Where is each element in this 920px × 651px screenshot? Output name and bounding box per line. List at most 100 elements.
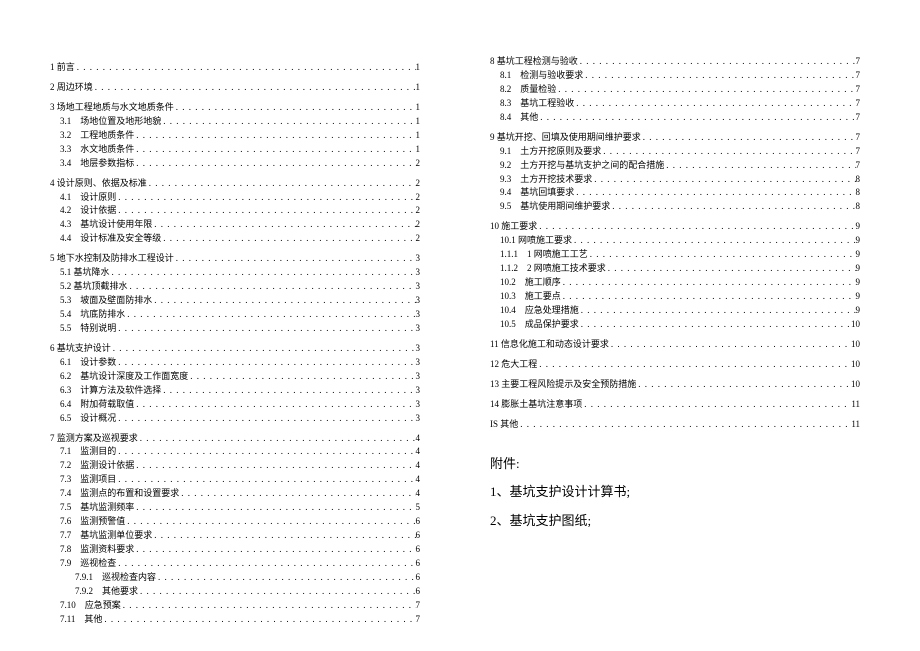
- toc-label: 6.3 计算方法及软件选择: [60, 384, 161, 398]
- toc-row: 5.3 坡面及壁面防排水. . . . . . . . . . . . . . …: [50, 294, 420, 308]
- toc-leader: . . . . . . . . . . . . . . . . . . . . …: [179, 487, 415, 501]
- toc-page-number: 7: [856, 145, 861, 159]
- toc-page-number: 10: [851, 358, 860, 372]
- toc-row: 12 危大工程. . . . . . . . . . . . . . . . .…: [490, 358, 860, 372]
- toc-leader: . . . . . . . . . . . . . . . . . . . . …: [538, 111, 855, 125]
- toc-leader: . . . . . . . . . . . . . . . . . . . . …: [125, 515, 415, 529]
- toc-leader: . . . . . . . . . . . . . . . . . . . . …: [556, 83, 855, 97]
- toc-row: 6.2 基坑设计深度及工作面宽度. . . . . . . . . . . . …: [50, 370, 420, 384]
- toc-row: 5 地下水控制及防排水工程设计. . . . . . . . . . . . .…: [50, 252, 420, 266]
- toc-page-number: 7: [416, 599, 421, 613]
- attach-item-1: 1、基坑支护设计计算书;: [490, 478, 860, 507]
- toc-leader: . . . . . . . . . . . . . . . . . . . . …: [110, 266, 416, 280]
- toc-row: 7.11 其他. . . . . . . . . . . . . . . . .…: [50, 613, 420, 627]
- toc-row: 7.4 监测点的布置和设置要求. . . . . . . . . . . . .…: [50, 487, 420, 501]
- toc-row: 7.3 监测项目. . . . . . . . . . . . . . . . …: [50, 473, 420, 487]
- toc-row: 10.1 网喷施工要求. . . . . . . . . . . . . . .…: [490, 234, 860, 248]
- toc-row: 4 设计原则、依据及标准. . . . . . . . . . . . . . …: [50, 177, 420, 191]
- toc-page-number: 2: [416, 177, 421, 191]
- toc-row: 8.3 基坑工程验收. . . . . . . . . . . . . . . …: [490, 97, 860, 111]
- toc-label: 7.11 其他: [60, 613, 102, 627]
- toc-label: 8 基坑工程检测与验收: [490, 55, 578, 69]
- toc-row: 3.3 水文地质条件. . . . . . . . . . . . . . . …: [50, 143, 420, 157]
- toc-leader: . . . . . . . . . . . . . . . . . . . . …: [582, 398, 851, 412]
- toc-label: 11 信息化施工和动态设计要求: [490, 338, 609, 352]
- toc-page-number: 1: [416, 81, 421, 95]
- toc-label: 9.4 基坑回填要求: [500, 186, 574, 200]
- toc-row: 10.2 施工顺序. . . . . . . . . . . . . . . .…: [490, 276, 860, 290]
- toc-page-number: 1: [416, 143, 421, 157]
- toc-page-number: 1: [416, 61, 421, 75]
- toc-label: 3 场地工程地质与水文地质条件: [50, 101, 174, 115]
- toc-row: 5.5 特别说明. . . . . . . . . . . . . . . . …: [50, 322, 420, 336]
- toc-leader: . . . . . . . . . . . . . . . . . . . . …: [606, 262, 856, 276]
- toc-page-number: 5: [416, 501, 421, 515]
- toc-leader: . . . . . . . . . . . . . . . . . . . . …: [574, 186, 855, 200]
- toc-row: 10.3 施工要点. . . . . . . . . . . . . . . .…: [490, 290, 860, 304]
- toc-page-number: 4: [416, 487, 421, 501]
- toc-row: 9.4 基坑回填要求. . . . . . . . . . . . . . . …: [490, 186, 860, 200]
- page-spread: 1 前言. . . . . . . . . . . . . . . . . . …: [0, 0, 920, 651]
- toc-page-number: 10: [851, 378, 860, 392]
- toc-leader: . . . . . . . . . . . . . . . . . . . . …: [161, 232, 415, 246]
- toc-leader: . . . . . . . . . . . . . . . . . . . . …: [609, 338, 851, 352]
- toc-page-number: 3: [416, 280, 421, 294]
- toc-label: 7.9.2 其他要求: [75, 585, 138, 599]
- toc-leader: . . . . . . . . . . . . . . . . . . . . …: [138, 585, 415, 599]
- toc-row: 4.1 设计原则. . . . . . . . . . . . . . . . …: [50, 191, 420, 205]
- toc-row: 7.9.1 巡视检查内容. . . . . . . . . . . . . . …: [50, 571, 420, 585]
- toc-leader: . . . . . . . . . . . . . . . . . . . . …: [134, 129, 415, 143]
- toc-leader: . . . . . . . . . . . . . . . . . . . . …: [641, 131, 856, 145]
- toc-row: 9.2 土方开挖与基坑支护之间的配合措施. . . . . . . . . . …: [490, 159, 860, 173]
- toc-leader: . . . . . . . . . . . . . . . . . . . . …: [125, 308, 415, 322]
- toc-label: 10.5 成品保护要求: [500, 318, 579, 332]
- toc-row: 1.1.1 1 网喷施工工艺. . . . . . . . . . . . . …: [490, 248, 860, 262]
- toc-row: 1.1.2 2 网喷施工技术要求. . . . . . . . . . . . …: [490, 262, 860, 276]
- toc-label: 7.4 监测点的布置和设置要求: [60, 487, 179, 501]
- toc-label: 13 主要工程风险提示及安全预防措施: [490, 378, 636, 392]
- toc-leader: . . . . . . . . . . . . . . . . . . . . …: [572, 234, 855, 248]
- attach-heading: 附件:: [490, 450, 860, 479]
- toc-leader: . . . . . . . . . . . . . . . . . . . . …: [583, 69, 855, 83]
- toc-leader: . . . . . . . . . . . . . . . . . . . . …: [75, 61, 416, 75]
- toc-row: IS 其他. . . . . . . . . . . . . . . . . .…: [490, 418, 860, 432]
- toc-label: 4 设计原则、依据及标准: [50, 177, 147, 191]
- toc-page-number: 3: [416, 252, 421, 266]
- toc-label: 5 地下水控制及防排水工程设计: [50, 252, 174, 266]
- toc-label: 7.1 监测目的: [60, 445, 116, 459]
- toc-page-number: 7: [856, 69, 861, 83]
- toc-leader: . . . . . . . . . . . . . . . . . . . . …: [116, 204, 415, 218]
- toc-row: 7.8 监测资料要求. . . . . . . . . . . . . . . …: [50, 543, 420, 557]
- toc-label: IS 其他: [490, 418, 518, 432]
- toc-row: 7.10 应急预案. . . . . . . . . . . . . . . .…: [50, 599, 420, 613]
- toc-label: 4.4 设计标准及安全等级: [60, 232, 161, 246]
- toc-row: 14 膨胀土基坑注意事项. . . . . . . . . . . . . . …: [490, 398, 860, 412]
- toc-page-number: 7: [856, 111, 861, 125]
- toc-page-number: 3: [416, 356, 421, 370]
- toc-left-page: 1 前言. . . . . . . . . . . . . . . . . . …: [0, 0, 460, 651]
- toc-label: 10.1 网喷施工要求: [500, 234, 572, 248]
- toc-page-number: 9: [856, 234, 861, 248]
- toc-page-number: 9: [856, 220, 861, 234]
- toc-leader: . . . . . . . . . . . . . . . . . . . . …: [116, 356, 415, 370]
- toc-page-number: 3: [416, 342, 421, 356]
- toc-leader: . . . . . . . . . . . . . . . . . . . . …: [579, 304, 856, 318]
- toc-page-number: 3: [416, 398, 421, 412]
- toc-row: 6.1 设计参数. . . . . . . . . . . . . . . . …: [50, 356, 420, 370]
- toc-label: 7.7 基坑监测单位要求: [60, 529, 152, 543]
- toc-row: 8.2 质量检验. . . . . . . . . . . . . . . . …: [490, 83, 860, 97]
- toc-leader: . . . . . . . . . . . . . . . . . . . . …: [134, 459, 415, 473]
- toc-label: 5.5 特别说明: [60, 322, 116, 336]
- toc-row: 7.5 基坑监测频率. . . . . . . . . . . . . . . …: [50, 501, 420, 515]
- toc-leader: . . . . . . . . . . . . . . . . . . . . …: [147, 177, 416, 191]
- toc-row: 3.1 场地位置及地形地貌. . . . . . . . . . . . . .…: [50, 115, 420, 129]
- toc-page-number: 9: [856, 262, 861, 276]
- toc-page-number: 2: [416, 218, 421, 232]
- toc-leader: . . . . . . . . . . . . . . . . . . . . …: [134, 543, 415, 557]
- toc-page-number: 2: [416, 232, 421, 246]
- toc-label: 9.1 土方开挖原则及要求: [500, 145, 601, 159]
- toc-row: 7.7 基坑监测单位要求. . . . . . . . . . . . . . …: [50, 529, 420, 543]
- toc-leader: . . . . . . . . . . . . . . . . . . . . …: [121, 599, 416, 613]
- toc-leader: . . . . . . . . . . . . . . . . . . . . …: [138, 432, 416, 446]
- toc-leader: . . . . . . . . . . . . . . . . . . . . …: [664, 159, 855, 173]
